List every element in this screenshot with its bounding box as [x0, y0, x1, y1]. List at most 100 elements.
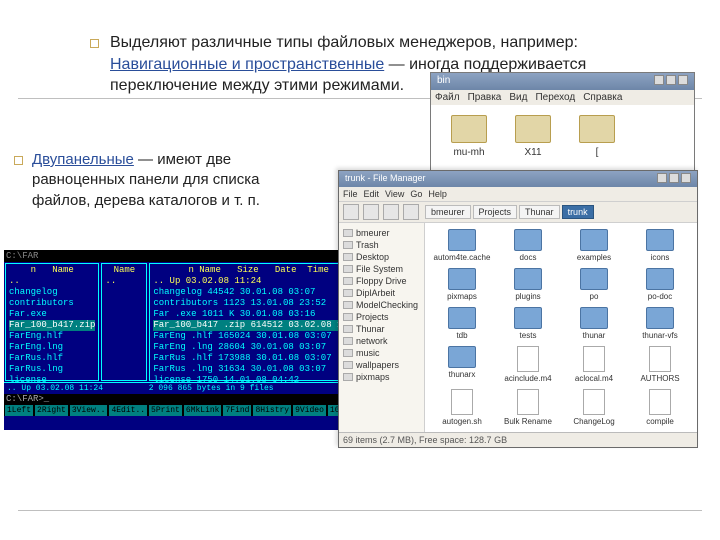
sidebar-item[interactable]: music — [341, 347, 422, 359]
grid-item[interactable]: ChangeLog — [563, 389, 625, 426]
menu-item[interactable]: Help — [428, 189, 447, 199]
far-fnkey[interactable]: 5Print — [149, 405, 182, 416]
breadcrumb-segment[interactable]: bmeurer — [425, 205, 471, 219]
menu-item[interactable]: Справка — [583, 92, 622, 103]
menu-item[interactable]: Переход — [535, 92, 575, 103]
window-buttons[interactable] — [655, 173, 691, 185]
grid-item[interactable]: compile — [629, 389, 691, 426]
up-button[interactable] — [383, 204, 399, 220]
grid-item[interactable]: po-doc — [629, 268, 691, 301]
place-icon — [343, 265, 353, 273]
link-two-panel[interactable]: Двупанельные — [32, 151, 134, 168]
folder-item[interactable]: [ — [579, 115, 615, 177]
grid-item[interactable]: po — [563, 268, 625, 301]
file-icon — [517, 389, 539, 415]
forward-button[interactable] — [363, 204, 379, 220]
sidebar-item[interactable]: Trash — [341, 239, 422, 251]
nautilus-title: bin — [437, 75, 450, 88]
menu-item[interactable]: Go — [410, 189, 422, 199]
far-row: FarEng.hlf — [9, 331, 95, 342]
far-fnkey[interactable]: 6MkLink — [184, 405, 222, 416]
sidebar-item[interactable]: Desktop — [341, 251, 422, 263]
far-row: Far_100_b417.zip — [9, 320, 95, 331]
thunar-sidebar[interactable]: bmeurerTrashDesktopFile System Floppy Dri… — [339, 223, 425, 432]
back-button[interactable] — [343, 204, 359, 220]
grid-item[interactable]: acinclude.m4 — [497, 346, 559, 383]
menu-item[interactable]: Edit — [364, 189, 380, 199]
far-row — [105, 298, 143, 309]
grid-item[interactable]: aclocal.m4 — [563, 346, 625, 383]
breadcrumb-segment[interactable]: Projects — [473, 205, 518, 219]
sidebar-label: wallpapers — [356, 360, 399, 370]
grid-item[interactable]: examples — [563, 229, 625, 262]
grid-item[interactable]: icons — [629, 229, 691, 262]
sidebar-item[interactable]: ModelChecking — [341, 299, 422, 311]
thunar-icon-grid[interactable]: autom4te.cachedocsexamplesicons pixmapspl… — [425, 223, 697, 432]
sidebar-item[interactable]: Thunar — [341, 323, 422, 335]
far-fnkey[interactable]: 1Left — [5, 405, 33, 416]
grid-item[interactable]: tests — [497, 307, 559, 340]
folder-item[interactable]: mu-mh — [451, 115, 487, 177]
grid-item[interactable]: autom4te.cache — [431, 229, 493, 262]
sidebar-label: Floppy Drive — [356, 276, 407, 286]
grid-item[interactable]: pixmaps — [431, 268, 493, 301]
sidebar-item[interactable]: bmeurer — [341, 227, 422, 239]
thunar-breadcrumb[interactable]: bmeurerProjectsThunartrunk — [423, 205, 594, 219]
sidebar-item[interactable]: wallpapers — [341, 359, 422, 371]
far-row: changelog 44542 30.01.08 03:07 — [153, 287, 364, 298]
far-fnkey[interactable]: 2Right — [35, 405, 68, 416]
sidebar-item[interactable]: pixmaps — [341, 371, 422, 383]
far-fnkey[interactable]: 8Histry — [253, 405, 291, 416]
far-fnkey[interactable]: 7Find — [223, 405, 251, 416]
home-button[interactable] — [403, 204, 419, 220]
menu-item[interactable]: Правка — [468, 92, 502, 103]
link-navigational[interactable]: Навигационные и пространственные — [110, 56, 384, 73]
far-row: FarEng .hlf 165024 30.01.08 03:07 — [153, 331, 364, 342]
menu-item[interactable]: Вид — [509, 92, 527, 103]
place-icon — [343, 313, 353, 321]
far-row: license 1750 14.01.08 04:42 — [153, 375, 364, 386]
grid-item[interactable]: tdb — [431, 307, 493, 340]
far-fnkey[interactable]: 9Video — [293, 405, 326, 416]
menu-item[interactable]: File — [343, 189, 358, 199]
window-buttons[interactable] — [652, 75, 688, 88]
far-fnkey[interactable]: 3View.. — [70, 405, 108, 416]
grid-item[interactable]: autogen.sh — [431, 389, 493, 426]
menu-item[interactable]: Файл — [435, 92, 460, 103]
thunar-menubar[interactable]: File Edit View Go Help — [339, 187, 697, 201]
far-row: contributors 1123 13.01.08 23:52 — [153, 298, 364, 309]
far-col-date: Date — [275, 265, 297, 275]
far-fnkey[interactable]: 4Edit.. — [109, 405, 147, 416]
sidebar-item[interactable]: Floppy Drive — [341, 275, 422, 287]
place-icon — [343, 361, 353, 369]
folder-item[interactable]: X11 — [515, 115, 551, 177]
menu-item[interactable]: View — [385, 189, 404, 199]
sidebar-label: pixmaps — [356, 372, 390, 382]
far-row — [105, 320, 143, 331]
sidebar-item[interactable]: File System — [341, 263, 422, 275]
grid-item[interactable]: plugins — [497, 268, 559, 301]
thunar-window: trunk - File Manager FileEditViewGoHelp … — [338, 170, 698, 448]
sidebar-item[interactable]: network — [341, 335, 422, 347]
folder-icon — [514, 307, 542, 329]
far-row: FarRus .hlf 173988 30.01.08 03:07 — [153, 353, 364, 364]
breadcrumb-segment[interactable]: Thunar — [519, 205, 560, 219]
thunar-toolbar[interactable]: bmeurerProjectsThunartrunk — [339, 201, 697, 223]
breadcrumb-segment[interactable]: trunk — [562, 205, 594, 219]
far-col-name3: Name — [199, 265, 221, 275]
sidebar-item[interactable]: DiplArbeit — [341, 287, 422, 299]
far-row: FarEng.lng — [9, 342, 95, 353]
item-label: po-doc — [629, 292, 691, 301]
nautilus-menubar[interactable]: Файл Правка Вид Переход Справка — [431, 90, 694, 105]
sidebar-item[interactable]: Projects — [341, 311, 422, 323]
grid-item[interactable]: thunar — [563, 307, 625, 340]
grid-item[interactable]: Bulk Rename — [497, 389, 559, 426]
grid-item[interactable]: AUTHORS — [629, 346, 691, 383]
far-row: changelog — [9, 287, 95, 298]
grid-item[interactable]: thunar-vfs — [629, 307, 691, 340]
sidebar-label: File System — [356, 264, 403, 274]
far-row: .. Up 03.02.08 11:24 — [153, 276, 364, 287]
item-label: AUTHORS — [629, 374, 691, 383]
grid-item[interactable]: thunarx — [431, 346, 493, 383]
grid-item[interactable]: docs — [497, 229, 559, 262]
